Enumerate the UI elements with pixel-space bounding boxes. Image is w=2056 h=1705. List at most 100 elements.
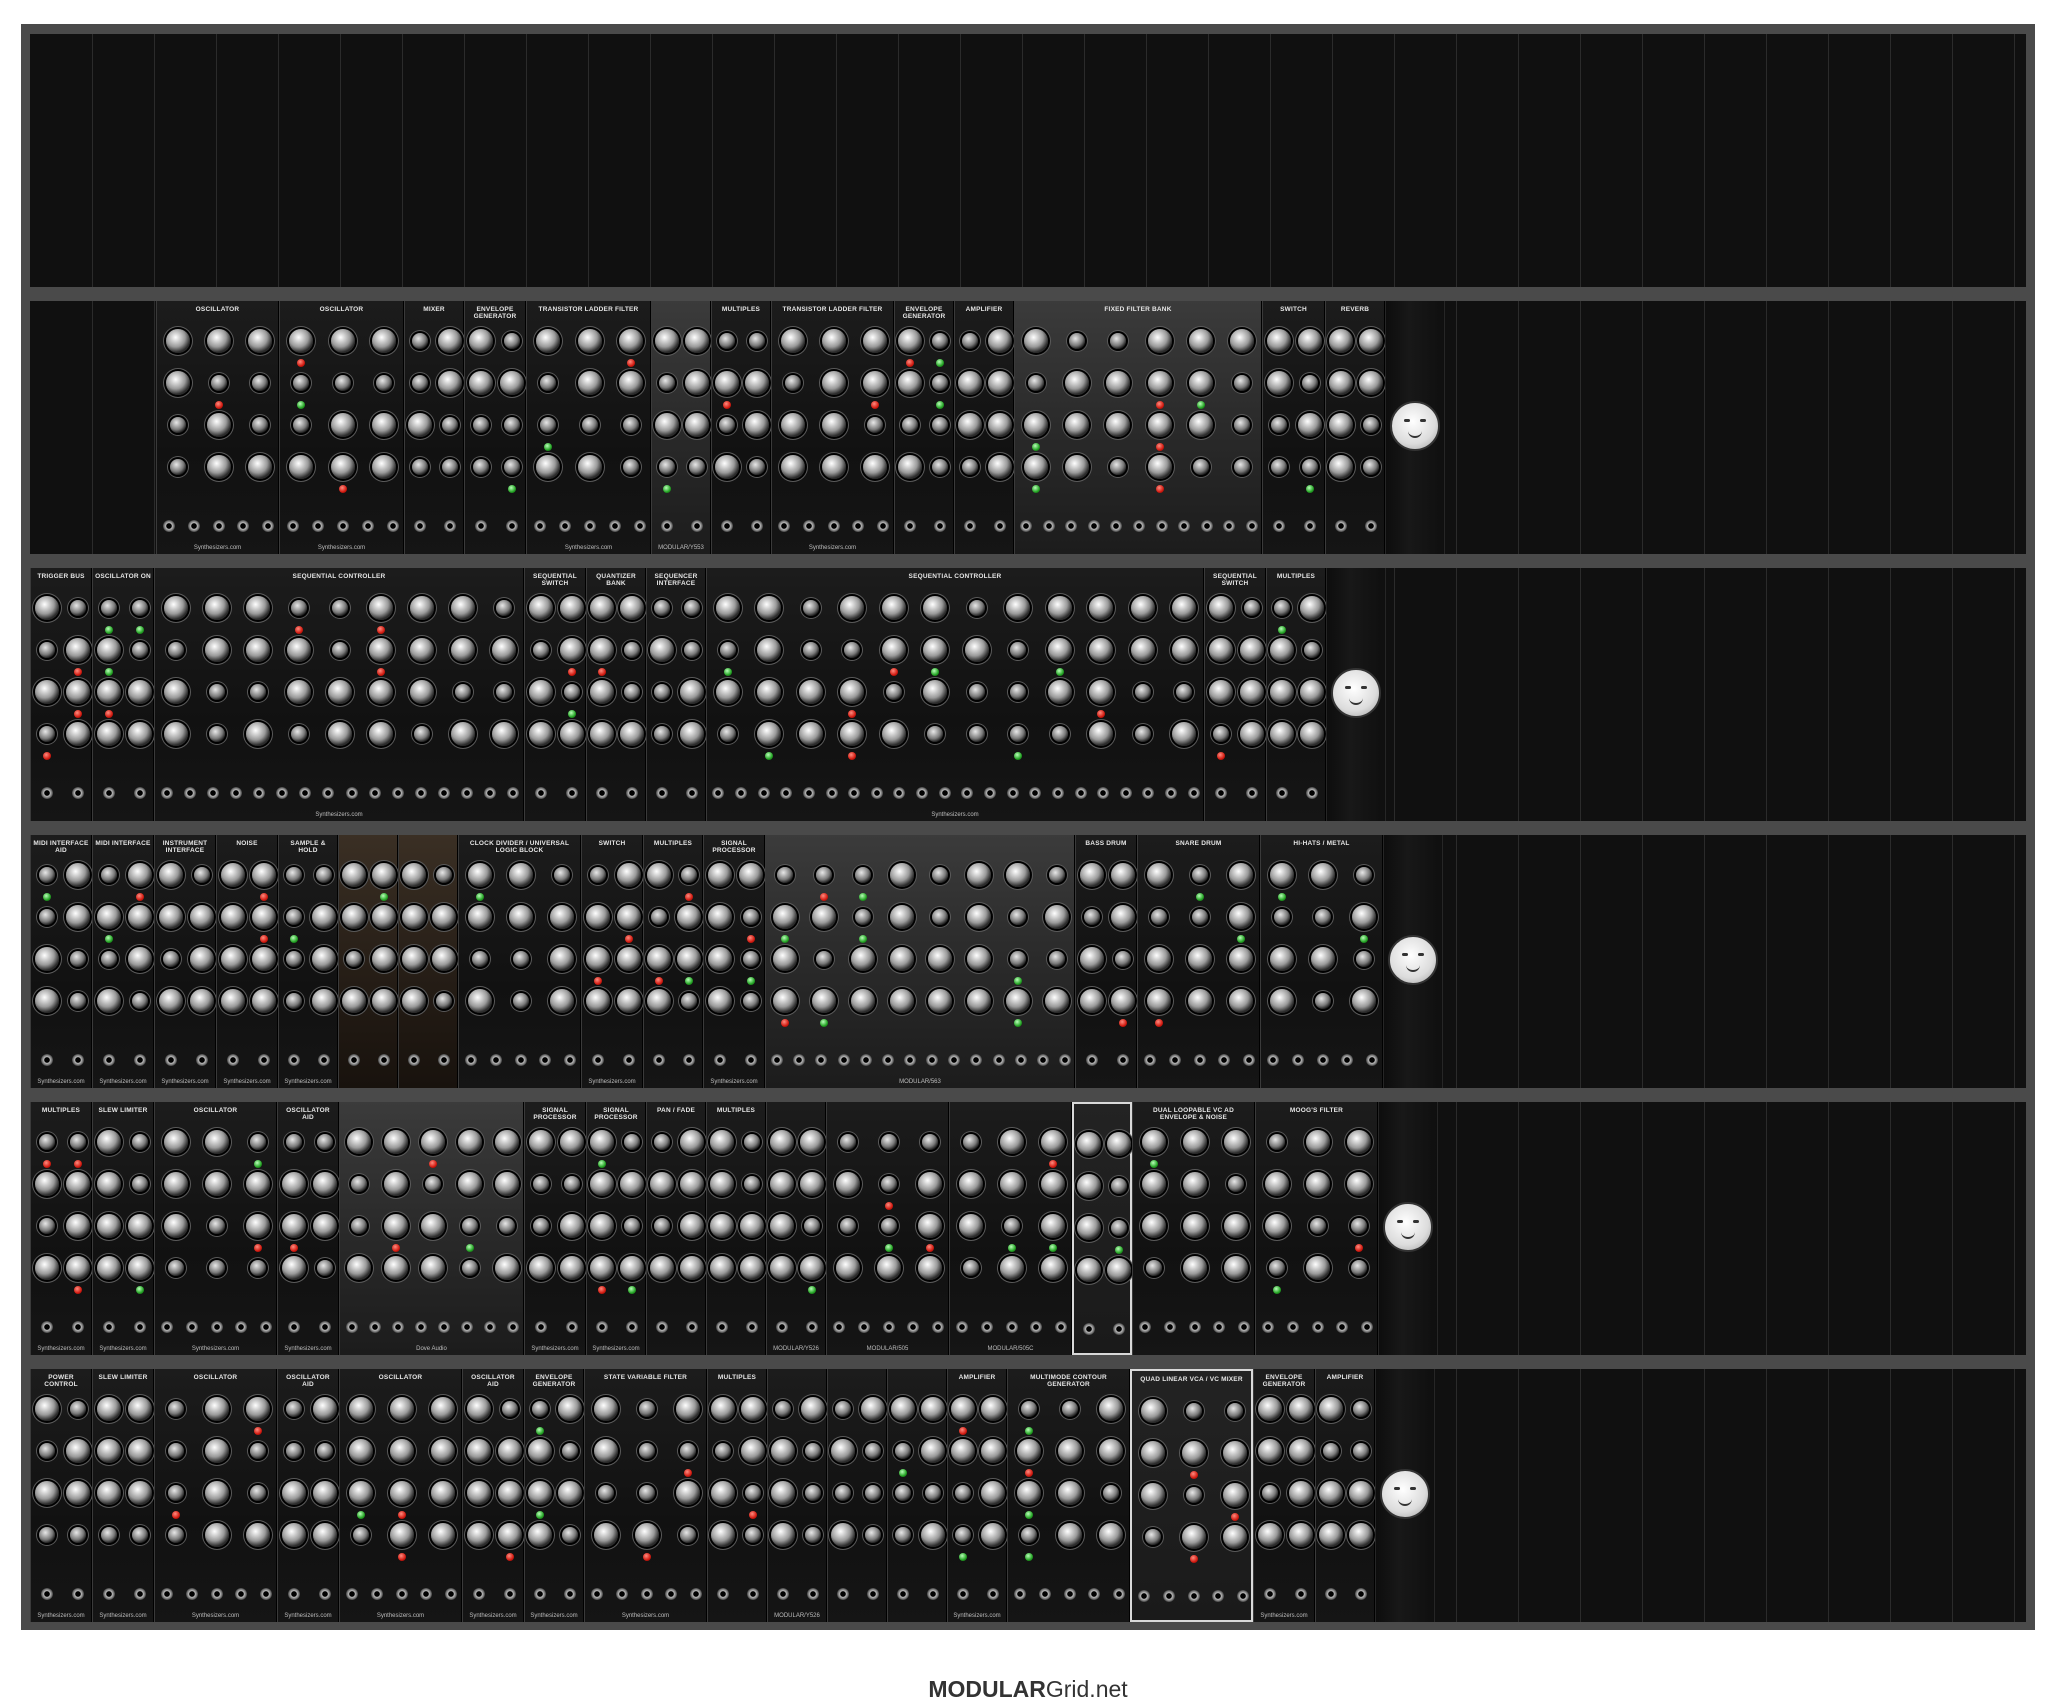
knob[interactable] <box>898 371 922 395</box>
knob[interactable] <box>467 863 492 887</box>
knob[interactable] <box>251 905 276 929</box>
patch-jack[interactable] <box>926 1054 939 1066</box>
module-oscillator[interactable]: OSCILLATOR Synthesizers.com <box>154 1102 277 1355</box>
patch-jack[interactable] <box>870 787 883 799</box>
knob[interactable] <box>1270 722 1294 746</box>
knob[interactable] <box>559 638 584 662</box>
knob[interactable] <box>681 867 697 883</box>
module-multiples[interactable]: MULTIPLES Synthesizers.com <box>30 1102 92 1355</box>
module-dual-loopable-vc-ad-envelope-noise[interactable]: DUAL LOOPABLE VC AD ENVELOPE & NOISE <box>1132 1102 1255 1355</box>
patch-jack[interactable] <box>187 520 200 532</box>
patch-jack[interactable] <box>1113 1323 1125 1335</box>
knob[interactable] <box>65 638 90 662</box>
knob[interactable] <box>1044 989 1069 1013</box>
knob[interactable] <box>1274 600 1290 616</box>
knob[interactable] <box>1140 1483 1165 1507</box>
patch-jack[interactable] <box>210 1321 223 1333</box>
knob[interactable] <box>245 722 270 746</box>
knob[interactable] <box>535 329 560 353</box>
patch-jack[interactable] <box>1042 520 1055 532</box>
knob[interactable] <box>372 863 396 887</box>
knob[interactable] <box>1323 1443 1339 1459</box>
knob[interactable] <box>193 867 210 883</box>
knob[interactable] <box>1057 1481 1082 1505</box>
knob[interactable] <box>1181 1441 1206 1465</box>
knob[interactable] <box>158 863 183 887</box>
patch-jack[interactable] <box>1083 1323 1095 1335</box>
knob[interactable] <box>100 600 117 616</box>
knob[interactable] <box>410 596 435 620</box>
patch-jack[interactable] <box>534 1588 546 1600</box>
knob[interactable] <box>677 947 701 971</box>
module-slew-limiter[interactable]: SLEW LIMITER Synthesizers.com <box>92 1369 154 1622</box>
knob[interactable] <box>559 722 584 746</box>
knob[interactable] <box>1230 329 1255 353</box>
patch-jack[interactable] <box>461 1321 474 1333</box>
knob[interactable] <box>535 455 560 479</box>
knob[interactable] <box>585 989 610 1013</box>
knob[interactable] <box>1227 1176 1244 1192</box>
knob[interactable] <box>312 947 336 971</box>
module-multiples[interactable]: MULTIPLES <box>706 1102 766 1355</box>
knob[interactable] <box>247 455 272 479</box>
knob[interactable] <box>281 1523 306 1547</box>
knob[interactable] <box>710 1130 734 1154</box>
knob[interactable] <box>1141 1214 1166 1238</box>
knob[interactable] <box>1223 1256 1248 1280</box>
knob[interactable] <box>968 684 985 700</box>
knob[interactable] <box>839 1218 856 1234</box>
knob[interactable] <box>346 951 362 967</box>
knob[interactable] <box>1302 375 1319 391</box>
module-panel[interactable] <box>827 1369 887 1622</box>
patch-jack[interactable] <box>102 1054 115 1066</box>
knob[interactable] <box>1300 680 1324 704</box>
module-slew-limiter[interactable]: SLEW LIMITER Synthesizers.com <box>92 1102 154 1355</box>
patch-jack[interactable] <box>533 520 546 532</box>
knob[interactable] <box>898 329 922 353</box>
patch-jack[interactable] <box>1341 1054 1354 1066</box>
patch-jack[interactable] <box>133 1321 146 1333</box>
knob[interactable] <box>1047 596 1072 620</box>
patch-jack[interactable] <box>391 787 404 799</box>
patch-jack[interactable] <box>656 787 668 799</box>
patch-jack[interactable] <box>983 787 996 799</box>
knob[interactable] <box>921 1134 938 1150</box>
patch-jack[interactable] <box>102 1321 115 1333</box>
knob[interactable] <box>962 1260 979 1276</box>
patch-jack[interactable] <box>1360 1321 1373 1333</box>
knob[interactable] <box>981 1481 1005 1505</box>
knob[interactable] <box>290 600 307 616</box>
knob[interactable] <box>770 1256 794 1280</box>
knob[interactable] <box>350 1176 367 1192</box>
patch-jack[interactable] <box>71 787 84 799</box>
knob[interactable] <box>1065 413 1089 437</box>
knob[interactable] <box>885 684 902 700</box>
knob[interactable] <box>968 726 985 742</box>
knob[interactable] <box>854 867 871 883</box>
knob[interactable] <box>288 329 313 353</box>
patch-jack[interactable] <box>1030 1321 1043 1333</box>
patch-jack[interactable] <box>904 520 916 532</box>
knob[interactable] <box>1146 863 1171 887</box>
knob[interactable] <box>100 867 117 883</box>
knob[interactable] <box>770 1214 794 1238</box>
knob[interactable] <box>503 417 520 433</box>
knob[interactable] <box>744 1176 760 1192</box>
knob[interactable] <box>457 1172 482 1196</box>
knob[interactable] <box>680 1130 704 1154</box>
patch-jack[interactable] <box>1142 787 1155 799</box>
knob[interactable] <box>1319 1523 1343 1547</box>
patch-jack[interactable] <box>237 520 250 532</box>
knob[interactable] <box>369 638 394 662</box>
patch-jack[interactable] <box>558 520 571 532</box>
knob[interactable] <box>204 1523 229 1547</box>
knob[interactable] <box>131 1527 148 1543</box>
patch-jack[interactable] <box>507 1321 520 1333</box>
knob[interactable] <box>412 333 428 349</box>
patch-jack[interactable] <box>793 1054 806 1066</box>
knob[interactable] <box>342 905 366 929</box>
knob[interactable] <box>1182 1214 1207 1238</box>
knob[interactable] <box>1228 905 1253 929</box>
knob[interactable] <box>771 1523 795 1547</box>
knob[interactable] <box>508 905 533 929</box>
